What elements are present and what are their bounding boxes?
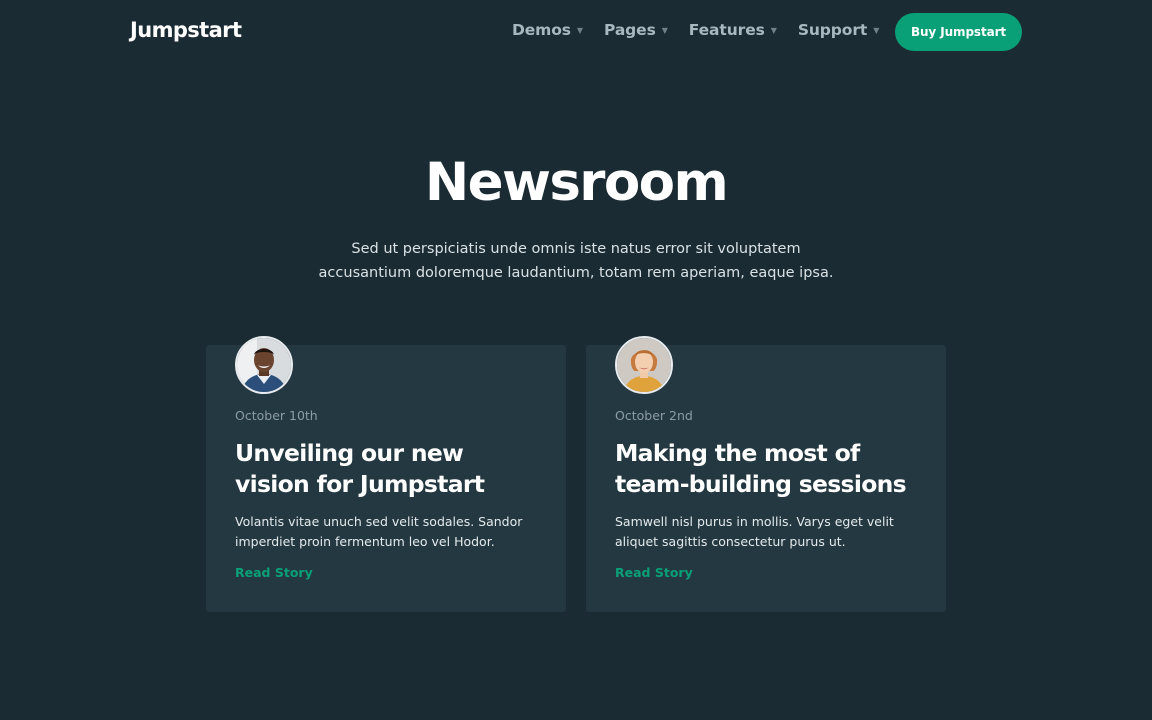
story-title[interactable]: Making the most of team-building session… (615, 438, 920, 500)
story-excerpt: Volantis vitae unuch sed velit sodales. … (235, 514, 523, 549)
story-date: October 10th (235, 408, 318, 423)
avatar-man-image (237, 338, 291, 392)
read-story-link[interactable]: Read Story (615, 565, 693, 580)
caret-down-icon: ▼ (576, 25, 583, 35)
subtitle-line: Sed ut perspiciatis unde omnis iste natu… (351, 241, 801, 257)
story-card: October 2nd Making the most of team-buil… (586, 336, 946, 612)
author-avatar (615, 336, 673, 394)
story-date: October 2nd (615, 408, 693, 423)
nav-item-features[interactable]: Features ▼ (689, 21, 777, 39)
avatar-woman-image (617, 338, 671, 392)
story-card: October 10th Unveiling our new vision fo… (206, 336, 566, 612)
caret-down-icon: ▼ (873, 25, 880, 35)
nav-item-label: Features (688, 21, 765, 39)
brand-logo[interactable]: Jumpstart (130, 18, 242, 42)
read-story-link[interactable]: Read Story (235, 565, 313, 580)
caret-down-icon: ▼ (770, 25, 777, 35)
subtitle-line: accusantium doloremque laudantium, totam… (318, 265, 834, 281)
nav-item-label: Demos (512, 21, 571, 39)
author-avatar (235, 336, 293, 394)
page-title: Newsroom (424, 152, 729, 213)
story-title[interactable]: Unveiling our new vision for Jumpstart (235, 438, 540, 500)
nav-item-demos[interactable]: Demos ▼ (512, 21, 583, 39)
story-excerpt: Samwell nisl purus in mollis. Varys eget… (615, 514, 894, 549)
caret-down-icon: ▼ (661, 25, 668, 35)
buy-jumpstart-button[interactable]: Buy Jumpstart (895, 13, 1022, 51)
nav-item-label: Support (797, 21, 868, 39)
nav-item-support[interactable]: Support ▼ (797, 21, 880, 39)
page-subtitle: Sed ut perspiciatis unde omnis iste natu… (296, 237, 856, 285)
nav-item-label: Pages (603, 21, 656, 39)
nav-item-pages[interactable]: Pages ▼ (604, 21, 668, 39)
nav-menu: Demos ▼ Pages ▼ Features ▼ Support ▼ (512, 21, 900, 39)
navbar: Jumpstart Demos ▼ Pages ▼ Features ▼ Sup… (0, 0, 1152, 64)
